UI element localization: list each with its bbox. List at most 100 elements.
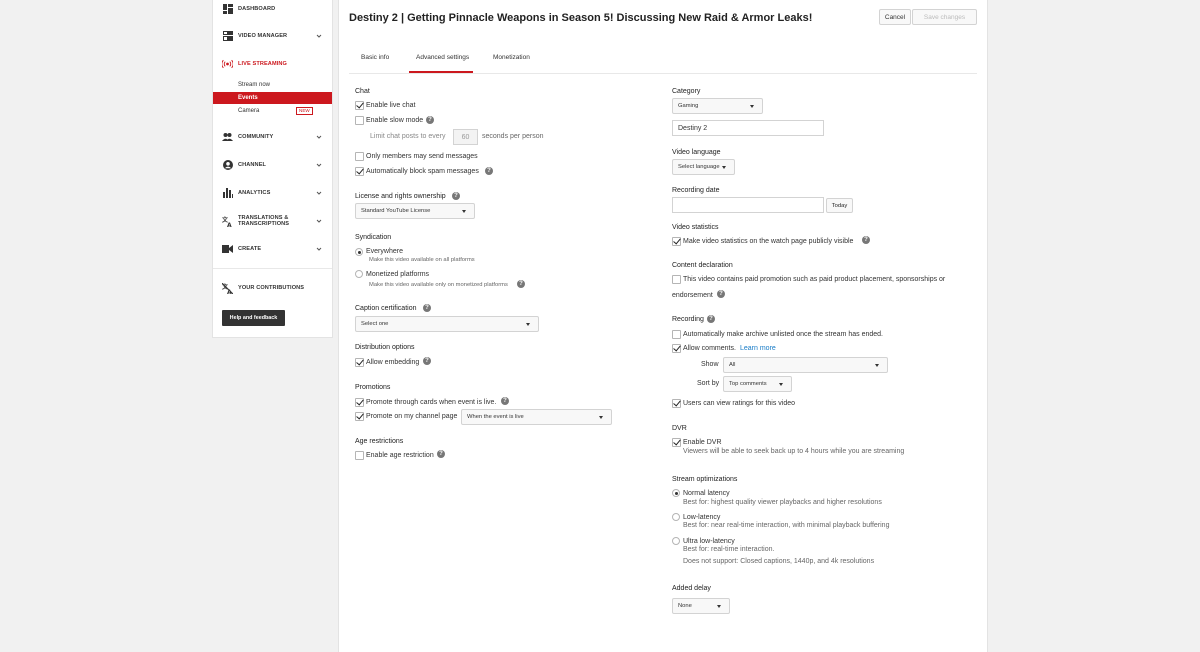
sidebar-item-community[interactable]: COMMUNITY bbox=[213, 130, 332, 144]
help-icon[interactable]: ? bbox=[423, 357, 431, 365]
syndication-everywhere-desc: Make this video available on all platfor… bbox=[369, 257, 475, 263]
tab-advanced-settings[interactable]: Advanced settings bbox=[416, 54, 469, 61]
sidebar-item-create[interactable]: CREATE bbox=[213, 242, 332, 256]
category-select[interactable]: Gaming bbox=[672, 98, 763, 114]
chevron-down-icon[interactable] bbox=[316, 33, 322, 39]
sidebar-item-label: COMMUNITY bbox=[238, 133, 274, 140]
normal-latency-desc: Best for: highest quality viewer playbac… bbox=[683, 499, 882, 506]
ultra-low-latency-note: Does not support: Closed captions, 1440p… bbox=[683, 558, 875, 565]
today-button[interactable]: Today bbox=[826, 198, 853, 213]
slow-mode-limit-label: Limit chat posts to every bbox=[370, 133, 446, 140]
page-title: Destiny 2 | Getting Pinnacle Weapons in … bbox=[349, 12, 813, 24]
syndication-everywhere-radio[interactable] bbox=[355, 248, 363, 256]
slow-mode-suffix-label: seconds per person bbox=[482, 133, 544, 140]
help-icon[interactable]: ? bbox=[501, 397, 509, 405]
block-spam-label: Automatically block spam messages bbox=[366, 168, 479, 175]
video-language-select[interactable]: Select language bbox=[672, 159, 735, 175]
promote-channel-page-label: Promote on my channel page bbox=[366, 413, 458, 420]
sidebar-item-live-streaming[interactable]: LIVE STREAMING bbox=[213, 57, 332, 71]
syndication-monetized-radio[interactable] bbox=[355, 270, 363, 278]
contributions-icon: 文A bbox=[222, 282, 233, 294]
sidebar-subitem-events[interactable]: Events bbox=[213, 92, 332, 104]
help-icon[interactable]: ? bbox=[437, 450, 445, 458]
game-title-input[interactable]: Destiny 2 bbox=[672, 120, 824, 136]
sidebar-item-analytics[interactable]: ANALYTICS bbox=[213, 186, 332, 200]
analytics-icon bbox=[222, 188, 233, 199]
sidebar-item-video-manager[interactable]: VIDEO MANAGER bbox=[213, 29, 332, 43]
enable-live-chat-label: Enable live chat bbox=[366, 102, 416, 109]
sidebar-item-label: CHANNEL bbox=[238, 161, 267, 168]
paid-promotion-label: This video contains paid promotion such … bbox=[683, 276, 946, 283]
comments-sort-select[interactable]: Top comments bbox=[723, 376, 792, 392]
archive-unlisted-checkbox[interactable] bbox=[672, 330, 681, 339]
chevron-down-icon[interactable] bbox=[316, 246, 322, 252]
promote-channel-page-select[interactable]: When the event is live bbox=[461, 409, 612, 425]
community-icon bbox=[222, 132, 233, 143]
comments-show-select[interactable]: All bbox=[723, 357, 888, 373]
help-icon[interactable]: ? bbox=[452, 192, 460, 200]
members-only-checkbox[interactable] bbox=[355, 152, 364, 161]
promote-channel-page-checkbox[interactable] bbox=[355, 412, 364, 421]
ultra-low-latency-radio[interactable] bbox=[672, 537, 680, 545]
help-icon[interactable]: ? bbox=[517, 280, 525, 288]
allow-embedding-label: Allow embedding bbox=[366, 359, 420, 366]
category-heading: Category bbox=[672, 88, 701, 95]
tab-basic-info[interactable]: Basic info bbox=[361, 54, 389, 61]
syndication-heading: Syndication bbox=[355, 234, 392, 241]
age-restriction-checkbox[interactable] bbox=[355, 451, 364, 460]
license-select[interactable]: Standard YouTube License bbox=[355, 203, 475, 219]
chevron-down-icon[interactable] bbox=[316, 162, 322, 168]
slow-mode-seconds-input[interactable]: 60 bbox=[453, 129, 478, 145]
help-icon[interactable]: ? bbox=[707, 315, 715, 323]
help-feedback-button[interactable]: Help and feedback bbox=[222, 310, 285, 326]
chevron-down-icon[interactable] bbox=[316, 218, 322, 224]
sidebar-item-translations[interactable]: 文A TRANSLATIONS & TRANSCRIPTIONS bbox=[213, 214, 332, 228]
view-ratings-checkbox[interactable] bbox=[672, 399, 681, 408]
enable-live-chat-checkbox[interactable] bbox=[355, 101, 364, 110]
promote-cards-label: Promote through cards when event is live… bbox=[366, 399, 497, 406]
low-latency-radio[interactable] bbox=[672, 513, 680, 521]
help-icon[interactable]: ? bbox=[426, 116, 434, 124]
tab-monetization[interactable]: Monetization bbox=[493, 54, 530, 61]
sort-by-label: Sort by bbox=[697, 380, 720, 387]
help-icon[interactable]: ? bbox=[862, 236, 870, 244]
sidebar-item-label: ANALYTICS bbox=[238, 189, 271, 196]
enable-dvr-checkbox[interactable] bbox=[672, 438, 681, 447]
save-changes-button[interactable]: Save changes bbox=[912, 9, 977, 25]
age-restriction-label: Enable age restriction bbox=[366, 452, 434, 459]
chevron-down-icon[interactable] bbox=[316, 190, 322, 196]
block-spam-checkbox[interactable] bbox=[355, 167, 364, 176]
sidebar-subitem-stream-now[interactable]: Stream now bbox=[213, 79, 332, 91]
promote-cards-checkbox[interactable] bbox=[355, 398, 364, 407]
caption-certification-heading: Caption certification bbox=[355, 305, 417, 312]
chat-heading: Chat bbox=[355, 88, 370, 95]
sidebar-item-channel[interactable]: CHANNEL bbox=[213, 158, 332, 172]
recording-date-input[interactable] bbox=[672, 197, 824, 213]
main-panel: Destiny 2 | Getting Pinnacle Weapons in … bbox=[338, 0, 988, 652]
video-statistics-label: Make video statistics on the watch page … bbox=[683, 238, 854, 245]
help-icon[interactable]: ? bbox=[485, 167, 493, 175]
normal-latency-radio[interactable] bbox=[672, 489, 680, 497]
learn-more-link[interactable]: Learn more bbox=[740, 345, 776, 352]
sidebar-subitem-label: Events bbox=[238, 95, 258, 101]
chevron-down-icon[interactable] bbox=[316, 134, 322, 140]
sidebar-item-dashboard[interactable]: DASHBOARD bbox=[213, 2, 332, 16]
allow-embedding-checkbox[interactable] bbox=[355, 358, 364, 367]
caption-certification-select[interactable]: Select one bbox=[355, 316, 539, 332]
normal-latency-label: Normal latency bbox=[683, 490, 730, 497]
svg-text:A: A bbox=[227, 289, 232, 294]
sidebar-subitem-camera[interactable]: Camera NEW bbox=[213, 105, 332, 117]
sidebar-subitem-label: Camera bbox=[238, 108, 260, 114]
cancel-button[interactable]: Cancel bbox=[879, 9, 911, 25]
added-delay-select[interactable]: None bbox=[672, 598, 730, 614]
help-icon[interactable]: ? bbox=[717, 290, 725, 298]
paid-promotion-checkbox[interactable] bbox=[672, 275, 681, 284]
sidebar-item-label: DASHBOARD bbox=[238, 5, 276, 12]
help-icon[interactable]: ? bbox=[423, 304, 431, 312]
sidebar-item-your-contributions[interactable]: 文A YOUR CONTRIBUTIONS bbox=[213, 281, 332, 295]
video-statistics-checkbox[interactable] bbox=[672, 237, 681, 246]
enable-slow-mode-checkbox[interactable] bbox=[355, 116, 364, 125]
enable-slow-mode-label: Enable slow mode bbox=[366, 117, 424, 124]
low-latency-label: Low-latency bbox=[683, 514, 721, 521]
allow-comments-checkbox[interactable] bbox=[672, 344, 681, 353]
